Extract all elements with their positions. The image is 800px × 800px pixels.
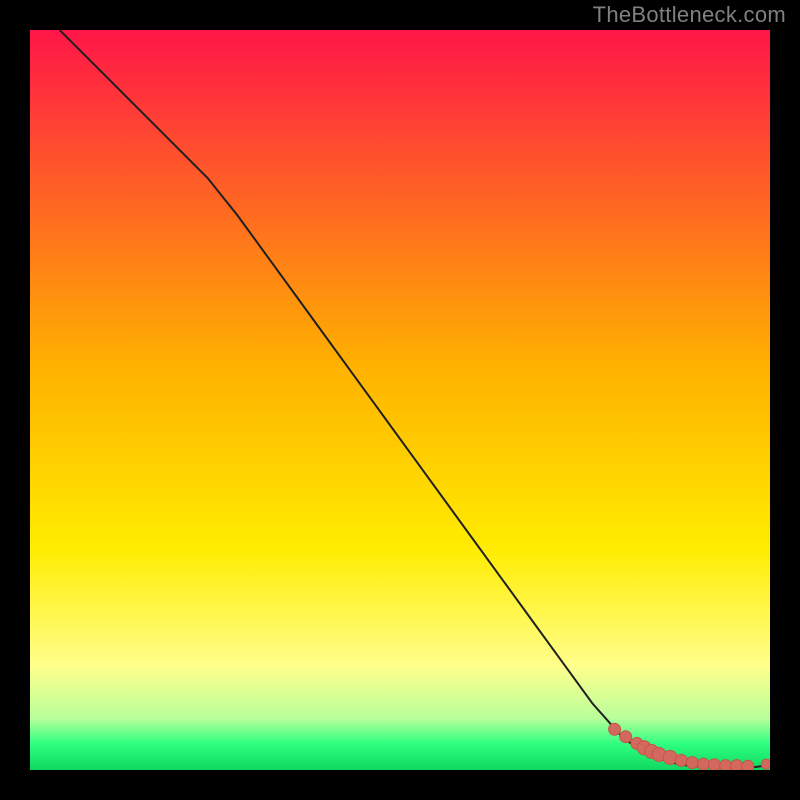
scatter-dot (731, 760, 743, 770)
data-overlay (30, 30, 770, 770)
watermark-label: TheBottleneck.com (593, 2, 786, 28)
scatter-dot (761, 759, 770, 769)
scatter-dot (675, 754, 687, 766)
scatter-dot (742, 760, 754, 770)
curve-line (60, 30, 767, 767)
scatter-dot (697, 758, 709, 770)
scatter-cluster (609, 723, 770, 770)
scatter-dot (609, 723, 621, 735)
scatter-dot (709, 759, 721, 770)
scatter-dot (620, 731, 632, 743)
scatter-dot (720, 760, 732, 770)
scatter-dot (686, 757, 698, 769)
chart-frame: TheBottleneck.com (0, 0, 800, 800)
plot-area (30, 30, 770, 770)
